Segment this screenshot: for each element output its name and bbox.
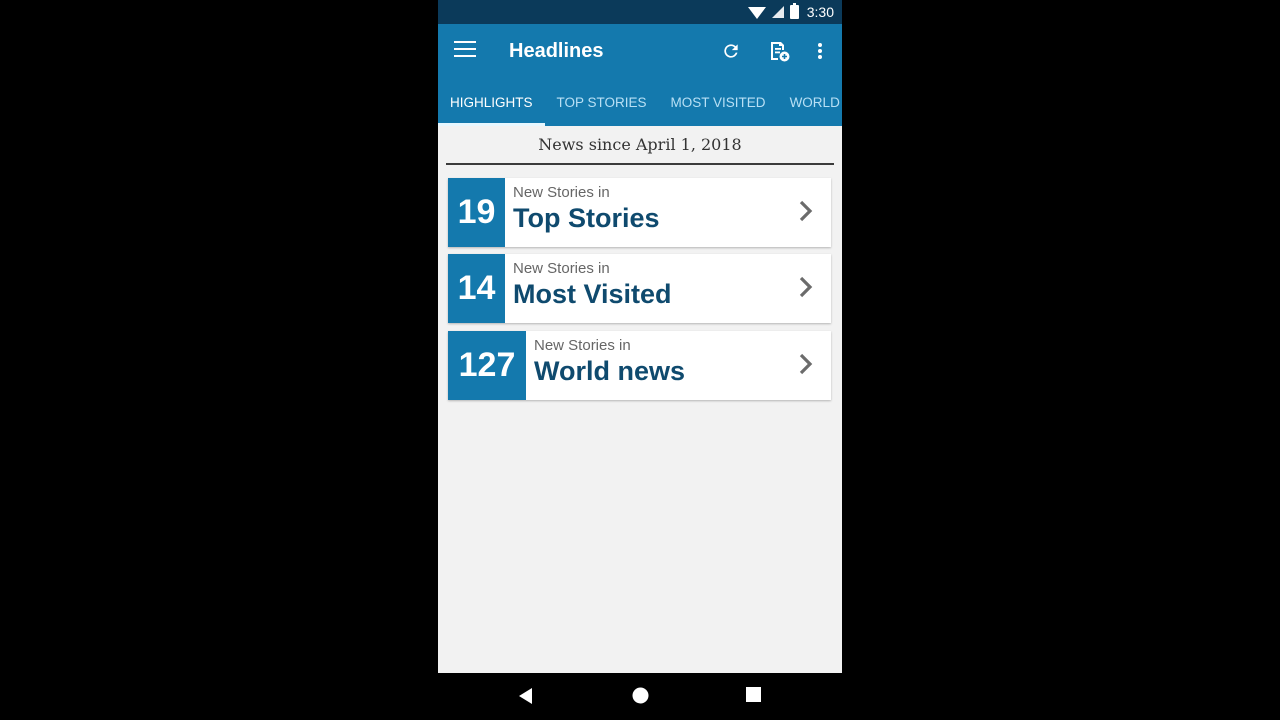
tab-bar: HIGHLIGHTS TOP STORIES MOST VISITED WORL…	[438, 80, 842, 126]
more-vert-icon[interactable]	[807, 38, 833, 64]
navigation-bar	[438, 673, 842, 720]
card-section-name: Top Stories	[513, 203, 660, 233]
card-subtitle: New Stories in	[513, 184, 610, 201]
card-subtitle: New Stories in	[534, 337, 631, 354]
card-section-name: World news	[534, 356, 686, 386]
app-bar: Headlines HIGHLIGHTS TOP STORIES MOST VI…	[438, 24, 842, 126]
phone-screen: 3:30 Headlines HIGHLIGHTS TOP STORIES MO…	[438, 0, 842, 720]
tab-world-news[interactable]: WORLD NEWS	[778, 80, 842, 126]
hamburger-menu-icon[interactable]	[454, 41, 476, 61]
add-feed-icon[interactable]	[766, 38, 792, 64]
wifi-icon	[747, 7, 766, 19]
highlights-content: News since April 1, 2018 19 New Stories …	[438, 126, 842, 673]
card-world-news[interactable]: 127 New Stories in World news	[448, 331, 831, 400]
refresh-icon[interactable]	[718, 38, 744, 64]
card-most-visited[interactable]: 14 New Stories in Most Visited	[448, 254, 831, 323]
signal-icon	[771, 6, 784, 18]
story-count: 14	[448, 254, 505, 323]
tab-top-stories[interactable]: TOP STORIES	[545, 80, 659, 126]
battery-charging-icon	[789, 3, 799, 19]
tab-highlights[interactable]: HIGHLIGHTS	[438, 80, 545, 126]
chevron-right-icon	[799, 276, 813, 298]
page-title: Headlines	[509, 40, 604, 62]
status-bar: 3:30	[438, 0, 842, 24]
card-section-name: Most Visited	[513, 279, 672, 309]
story-count: 127	[448, 331, 526, 400]
clock: 3:30	[806, 4, 834, 20]
toolbar: Headlines	[438, 24, 842, 80]
story-count: 19	[448, 178, 505, 247]
card-top-stories[interactable]: 19 New Stories in Top Stories	[448, 178, 831, 247]
tab-most-visited[interactable]: MOST VISITED	[659, 80, 778, 126]
back-icon[interactable]	[518, 687, 534, 705]
card-subtitle: New Stories in	[513, 260, 610, 277]
chevron-right-icon	[799, 200, 813, 222]
news-since-header: News since April 1, 2018	[446, 126, 834, 165]
home-icon[interactable]	[632, 687, 649, 704]
chevron-right-icon	[799, 353, 813, 375]
recents-icon[interactable]	[746, 687, 761, 702]
